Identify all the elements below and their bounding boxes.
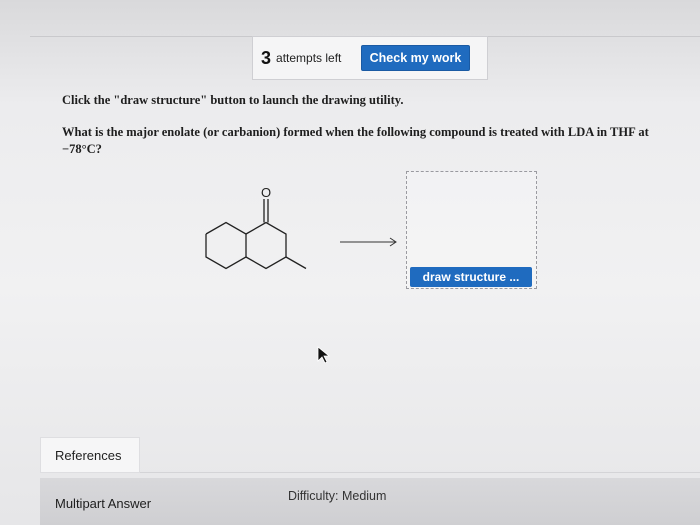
divider — [140, 472, 700, 473]
attempts-panel: 3 attempts left Check my work — [252, 36, 488, 80]
right-ring — [245, 221, 287, 270]
attempts-label: attempts left — [276, 51, 342, 65]
footer-bar: Multipart Answer Difficulty: Medium — [40, 478, 700, 525]
left-ring — [205, 221, 247, 270]
reaction-arrow — [340, 237, 397, 247]
instruction-text: Click the "draw structure" button to lau… — [62, 93, 404, 107]
multipart-answer-label: Multipart Answer — [55, 496, 152, 511]
answer-drawing-box[interactable]: draw structure ... — [406, 171, 537, 289]
decalone-structure: O — [205, 185, 307, 270]
check-my-work-button[interactable]: Check my work — [361, 45, 470, 71]
oxygen-atom-label: O — [261, 185, 271, 200]
references-tab[interactable]: References — [40, 437, 140, 473]
attempts-count: 3 — [261, 47, 272, 68]
difficulty-label: Difficulty: Medium — [288, 489, 387, 503]
mouse-cursor-icon — [317, 346, 331, 364]
draw-structure-button[interactable]: draw structure ... — [410, 267, 532, 287]
question-text: What is the major enolate (or carbanion)… — [62, 125, 649, 156]
methyl-bond — [285, 256, 307, 270]
